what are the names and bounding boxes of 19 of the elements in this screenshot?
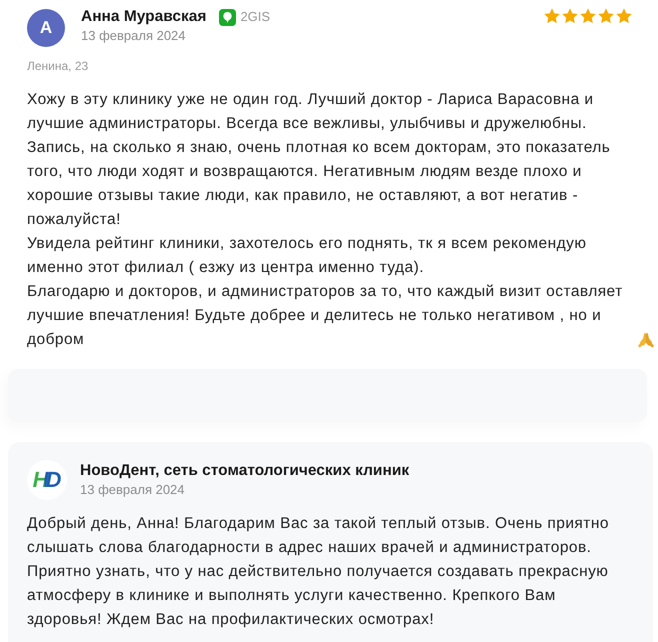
review-date: 13 февраля 2024 [81,27,187,45]
map-pin-icon [219,8,236,26]
star-icon [580,8,596,24]
review-paragraph: Благодарю и докторов, и администраторов за то, что каждый визит оставляет лучшие впечатления! Будьте добрее и делитесь не только негативом , но и добром [27,282,624,350]
review-paragraph: Увидела рейтинг клиники, захотелось его поднять, тк я всем рекомендую именно этот филиал ( езжу из центра именно туда). [27,234,588,278]
star-icon [544,8,560,24]
source-label: 2GIS [240,8,270,26]
star-icon [562,8,578,24]
clinic-logo: HD [27,460,67,500]
reply-date: 13 февраля 2024 [80,481,186,499]
branch-address: Ленина, 23 [27,58,88,74]
reply-text: Добрый день, Анна! Благодарим Вас за такой теплый отзыв. Очень приятно слышать слова благодарности в адрес наших врачей и администраторов. Приятно узнать, что у нас действительно получается создавать прекрасную атмосферу в клинике и выполнять услуги качественно. Крепкого Вам здоровья! Ждем Вас на профилактических осмотрах! [27,514,610,630]
star-icon [616,8,632,24]
star-icon [598,8,614,24]
praying-hands-icon [637,332,655,348]
review-paragraph: Хожу в эту клинику уже не один год. Лучший доктор - Лариса Варасовна и лучшие администраторы. Всегда все вежливы, улыбчивы и дружелюбны. Запись, на сколько я знаю, очень плотная ко всем докторам, это показатель того, что люди ходят и возвращаются. Негативным людям везде плохо и хорошие отзывы такие люди, как правило, не оставляют, а вот негатив - пожалуйста! [27,90,612,230]
clinic-name: НовоДент, сеть стоматологических клиник [80,461,410,481]
author-name: Анна Муравская [81,7,206,27]
author-avatar: А [27,9,65,47]
